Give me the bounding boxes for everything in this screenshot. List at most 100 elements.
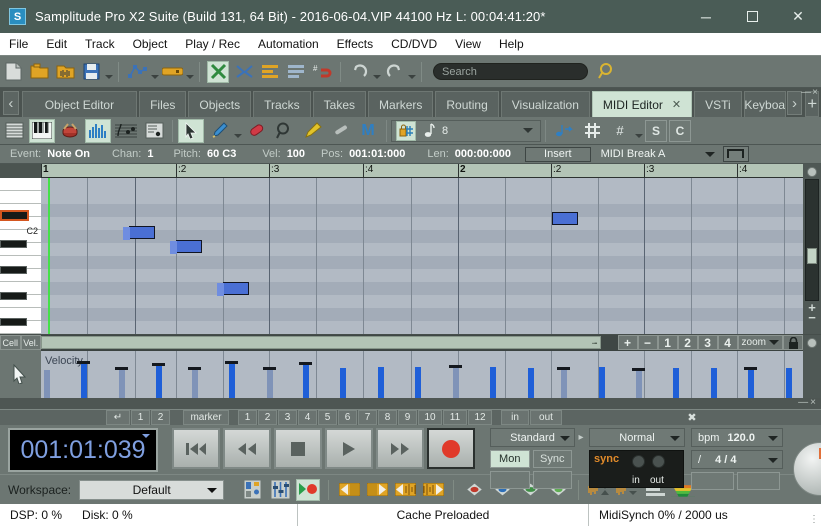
go-to-start-button[interactable] (172, 428, 220, 469)
grid-icon[interactable] (579, 119, 605, 143)
workspace-select[interactable]: Default (79, 479, 225, 500)
black-key[interactable] (0, 240, 27, 248)
automation-dropdown-arrow[interactable] (150, 61, 159, 83)
tab-vsti[interactable]: VSTi (694, 91, 742, 117)
marker-5[interactable]: 5 (318, 410, 337, 425)
hzoom-in-button[interactable]: + (617, 335, 638, 350)
velocity-bar[interactable] (599, 367, 605, 398)
insert-button[interactable]: Insert (525, 146, 591, 162)
record-mode-select[interactable]: Standard (490, 428, 575, 447)
white-key[interactable] (0, 191, 41, 204)
play-cursor[interactable] (48, 178, 50, 334)
midi-note[interactable] (217, 282, 249, 296)
magnifier-icon[interactable] (596, 61, 618, 83)
menu-track[interactable]: Track (76, 35, 124, 53)
save-dropdown-arrow[interactable] (104, 61, 113, 83)
sync-in-led[interactable] (632, 455, 645, 468)
tab-keyboard[interactable]: Keyboa (743, 91, 786, 117)
marker-9[interactable]: 9 (398, 410, 417, 425)
len-value[interactable]: 000:00:000 (455, 148, 511, 160)
crossfade-icon[interactable] (233, 61, 255, 83)
marker-11[interactable]: 11 (443, 410, 467, 425)
velocity-bar-ghost[interactable] (263, 367, 276, 398)
undo-icon[interactable] (348, 61, 370, 83)
velocity-bar-ghost[interactable] (557, 367, 570, 398)
marker-1[interactable]: 1 (238, 410, 257, 425)
tab-takes[interactable]: Takes (312, 91, 367, 117)
velocity-bar[interactable] (490, 367, 496, 398)
time-signature-select[interactable]: / 4 / 4 (691, 450, 783, 469)
velocity-bar-ghost[interactable] (188, 367, 201, 398)
open-wave-icon[interactable] (54, 61, 76, 83)
vzoom-out-button[interactable]: − (803, 311, 821, 324)
pattern-dropdown-arrow[interactable] (704, 151, 715, 157)
range-button-2[interactable]: 2 (151, 410, 170, 425)
zoom-glass-icon[interactable] (271, 119, 297, 143)
tab-files[interactable]: Files (139, 91, 187, 117)
cell-button[interactable]: Cell (0, 335, 21, 350)
jump-forward-icon[interactable] (365, 479, 389, 501)
midi-note[interactable] (123, 226, 155, 240)
search-input[interactable]: Search (433, 63, 588, 80)
note-snap-icon[interactable] (551, 119, 577, 143)
right-dropdown-arrow[interactable] (634, 120, 643, 142)
mon-extra-button[interactable] (490, 471, 530, 489)
scroll-grip-icon[interactable]: ╼ (592, 339, 597, 348)
bpm-select[interactable]: bpm 120.0 (691, 428, 783, 447)
piano-keyboard[interactable]: C2 (0, 164, 41, 334)
range2-icon[interactable] (285, 61, 307, 83)
list-view-icon[interactable] (1, 119, 27, 143)
menu-automation[interactable]: Automation (249, 35, 328, 53)
vel-button[interactable]: Vel. (20, 335, 41, 350)
pattern-selector[interactable]: MIDI Break A (600, 146, 719, 162)
velocity-bar[interactable] (378, 367, 384, 398)
midi-note[interactable] (552, 212, 578, 225)
range-button-1[interactable]: 1 (131, 410, 150, 425)
vel-value[interactable]: 100 (287, 148, 305, 160)
velocity-bar-ghost[interactable] (44, 370, 50, 398)
close-button[interactable]: ✕ (775, 0, 821, 33)
panel-splitter[interactable]: —× (0, 397, 821, 409)
velocity-bar-ghost[interactable] (115, 367, 128, 398)
close-panel-icon[interactable]: ✖ (681, 410, 703, 425)
marker-4[interactable]: 4 (298, 410, 317, 425)
range-end-icon[interactable] (421, 479, 445, 501)
tab-nav-prev[interactable]: ‹ (3, 91, 19, 115)
zoom-preset-2[interactable]: 2 (677, 335, 698, 350)
rewind-button[interactable] (223, 428, 271, 469)
loop-region-icon[interactable] (722, 146, 749, 162)
redo-icon[interactable] (383, 61, 405, 83)
pitch-value[interactable]: 60 C3 (207, 148, 236, 160)
range-icon[interactable] (259, 61, 281, 83)
black-key-selected[interactable] (0, 210, 29, 221)
marker-2[interactable]: 2 (258, 410, 277, 425)
open-folder-icon[interactable] (28, 61, 50, 83)
menu-play-rec[interactable]: Play / Rec (176, 35, 249, 53)
tab-markers[interactable]: Markers (368, 91, 434, 117)
quantize-selector[interactable]: 8 (391, 119, 541, 142)
minimize-button[interactable]: ─ (683, 0, 729, 33)
tab-object-editor[interactable]: Object Editor (21, 91, 138, 117)
maximize-button[interactable] (729, 0, 775, 33)
tab-routing[interactable]: Routing (435, 91, 499, 117)
sharp-sign-icon[interactable]: # (607, 119, 633, 143)
out-button[interactable]: out (530, 410, 562, 425)
tab-close-icon[interactable]: ✕ (672, 98, 681, 111)
pencil-draw-icon[interactable] (206, 119, 232, 143)
bar-ruler[interactable]: 1 :2 :3 :4 2 :2 :3 :4 (41, 164, 803, 178)
hzoom-out-button[interactable]: − (637, 335, 658, 350)
new-project-icon[interactable] (2, 61, 24, 83)
black-key[interactable] (0, 318, 27, 326)
score-notation-icon[interactable] (113, 119, 139, 143)
sync-extra-button[interactable] (532, 471, 572, 489)
white-key[interactable] (0, 178, 41, 191)
velocity-bar[interactable] (786, 368, 792, 398)
return-arrow-icon[interactable]: ↵ (106, 410, 130, 425)
play-button[interactable] (325, 428, 373, 469)
menu-help[interactable]: Help (490, 35, 533, 53)
in-button[interactable]: in (501, 410, 529, 425)
event-value[interactable]: Note On (47, 148, 90, 160)
zoom-preset-4[interactable]: 4 (717, 335, 738, 350)
piano-roll-icon[interactable] (29, 118, 55, 143)
quantize-dropdown-arrow[interactable] (523, 128, 533, 133)
